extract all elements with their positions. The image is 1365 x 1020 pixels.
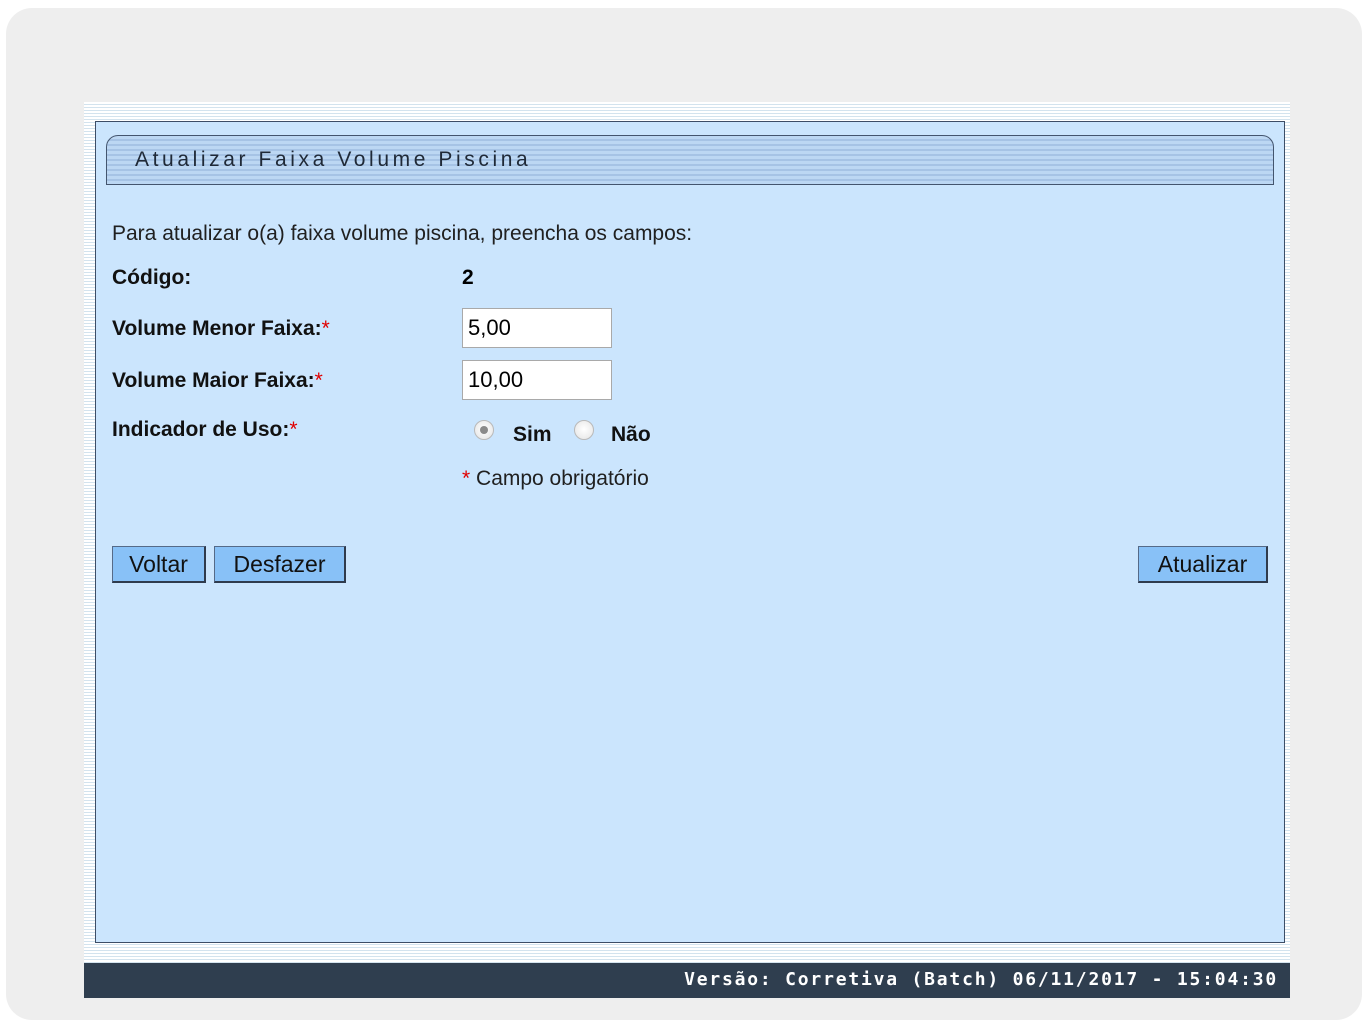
required-asterisk: *: [314, 369, 323, 392]
radio-sim-label[interactable]: Sim: [513, 423, 552, 447]
radio-sim[interactable]: [474, 420, 494, 440]
intro-text: Para atualizar o(a) faixa volume piscina…: [112, 222, 693, 245]
footer-bar: Versão: Corretiva (Batch) 06/11/2017 - 1…: [84, 963, 1290, 998]
required-asterisk: *: [289, 418, 298, 441]
version-text: Versão: Corretiva (Batch) 06/11/2017 - 1…: [684, 969, 1278, 990]
radio-nao-label[interactable]: Não: [611, 423, 651, 447]
volume-maior-label-text: Volume Maior Faixa:: [112, 369, 315, 392]
title-bar: Atualizar Faixa Volume Piscina: [106, 135, 1274, 185]
radio-nao[interactable]: [574, 420, 594, 440]
indicador-uso-label-text: Indicador de Uso:: [112, 418, 290, 441]
volume-menor-label-text: Volume Menor Faixa:: [112, 317, 322, 340]
volume-menor-label: Volume Menor Faixa:*: [112, 317, 330, 341]
required-note: * Campo obrigatório: [462, 467, 649, 491]
atualizar-button[interactable]: Atualizar: [1138, 546, 1268, 583]
required-note-text: Campo obrigatório: [476, 467, 649, 490]
codigo-value: 2: [462, 266, 474, 289]
volume-menor-input[interactable]: [462, 308, 612, 348]
page-title: Atualizar Faixa Volume Piscina: [135, 148, 532, 171]
volume-maior-input[interactable]: [462, 360, 612, 400]
required-asterisk: *: [462, 467, 471, 490]
required-asterisk: *: [321, 317, 330, 340]
volume-maior-label: Volume Maior Faixa:*: [112, 369, 323, 393]
codigo-label: Código:: [112, 266, 192, 289]
indicador-uso-label: Indicador de Uso:*: [112, 418, 298, 442]
desfazer-button[interactable]: Desfazer: [214, 546, 346, 583]
voltar-button[interactable]: Voltar: [112, 546, 206, 583]
